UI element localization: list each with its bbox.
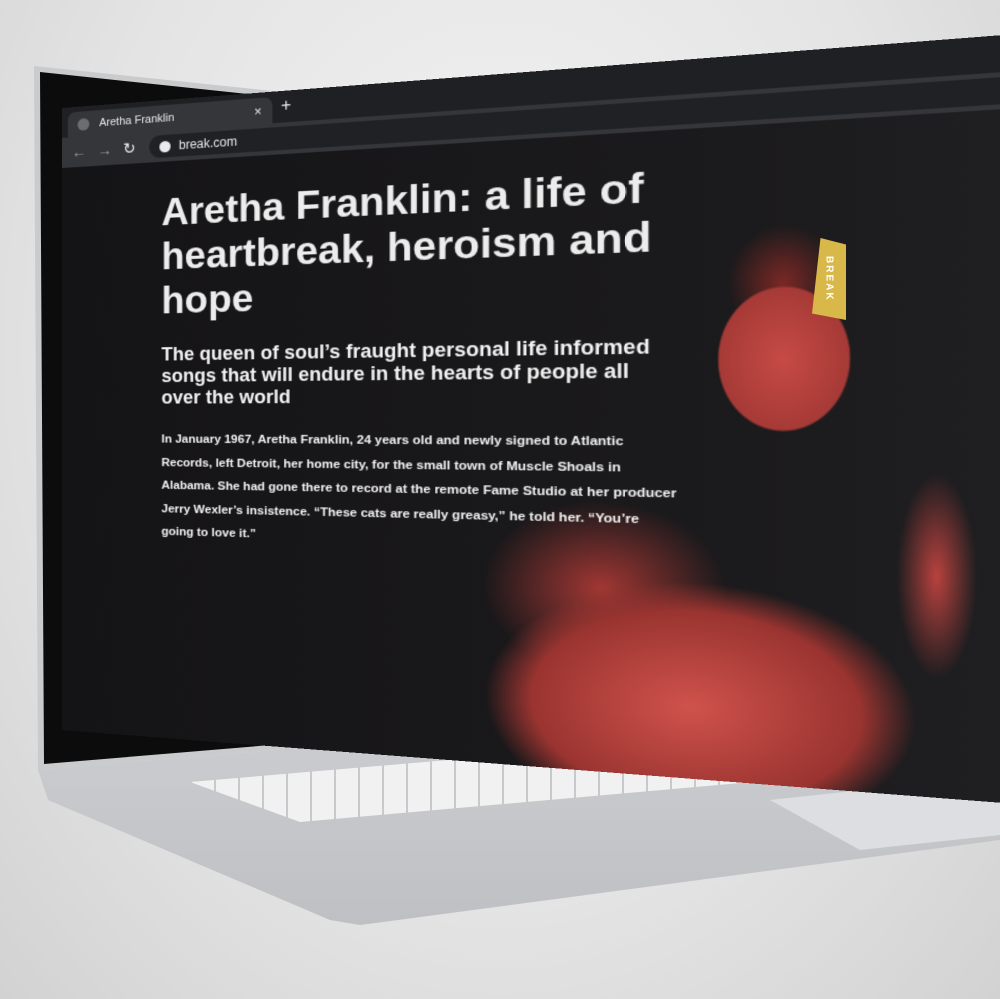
globe-icon bbox=[159, 140, 171, 153]
article-body: In January 1967, Aretha Franklin, 24 yea… bbox=[161, 433, 677, 541]
forward-icon[interactable]: → bbox=[97, 141, 113, 159]
favicon-icon bbox=[77, 117, 90, 131]
article-headline: Aretha Franklin: a life of heartbreak, h… bbox=[161, 164, 652, 322]
close-tab-icon[interactable]: × bbox=[254, 104, 261, 119]
reload-icon[interactable]: ↻ bbox=[123, 139, 139, 158]
logo-text: BREAK bbox=[823, 256, 835, 302]
url-text: break.com bbox=[178, 134, 238, 153]
new-tab-button[interactable]: + bbox=[281, 97, 291, 117]
back-icon[interactable]: ← bbox=[72, 143, 88, 161]
browser-window: Aretha Franklin × + ← → ↻ break.com L Ar… bbox=[62, 7, 1000, 831]
article-page: Aretha Franklin: a life of heartbreak, h… bbox=[62, 86, 1000, 831]
article-standfirst: The queen of soul’s fraught personal lif… bbox=[161, 335, 650, 408]
